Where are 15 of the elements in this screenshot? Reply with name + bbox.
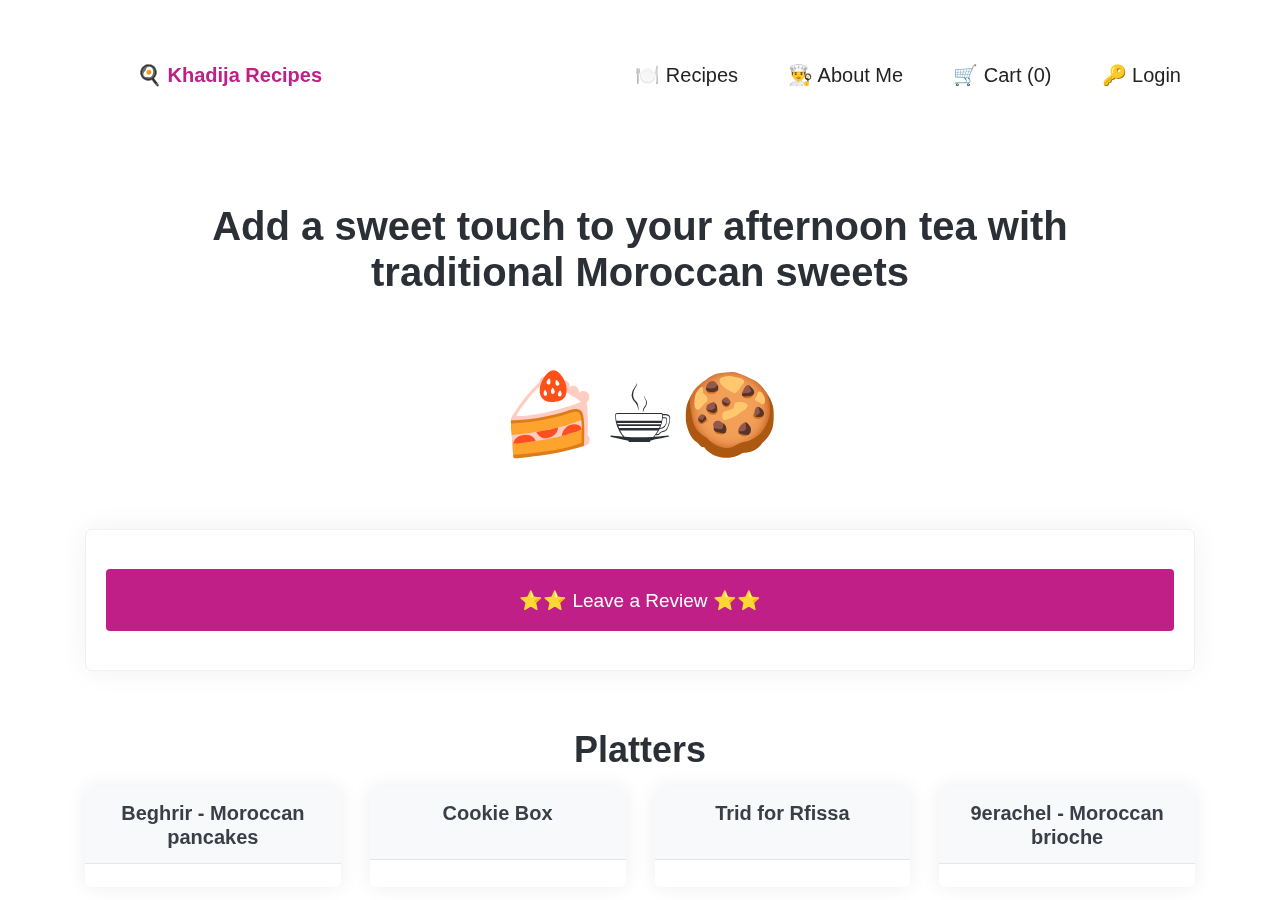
site-logo-link[interactable]: 🍳 Khadija Recipes — [137, 63, 323, 87]
platter-title: Cookie Box — [442, 801, 553, 826]
platter-title: Trid for Rfissa — [715, 801, 850, 826]
section-heading: Platters — [572, 729, 708, 771]
emoji-illustration: ☕ — [604, 369, 676, 461]
hero-heading: Add a sweet touch to your afternoon tea with traditional Moroccan sweets — [211, 203, 1069, 295]
emoji-illustration: 🍪 — [679, 369, 780, 461]
nav-link[interactable]: 🔑 Login — [1101, 63, 1181, 87]
nav-link[interactable]: 🍽 Recipes — [635, 63, 739, 87]
nav-link[interactable]: 🛒 Cart (0) — [953, 63, 1052, 87]
leave-review-button[interactable]: ⭐⭐ Leave a Review ⭐⭐ — [106, 569, 1174, 631]
platter-title: 9erachel - Moroccan brioche — [969, 801, 1165, 849]
platter-title: Beghrir - Moroccan pancakes — [120, 801, 306, 849]
nav-link[interactable]: 👨‍🍳 About Me — [788, 63, 904, 87]
emoji-illustration: 🍰 — [500, 369, 601, 461]
